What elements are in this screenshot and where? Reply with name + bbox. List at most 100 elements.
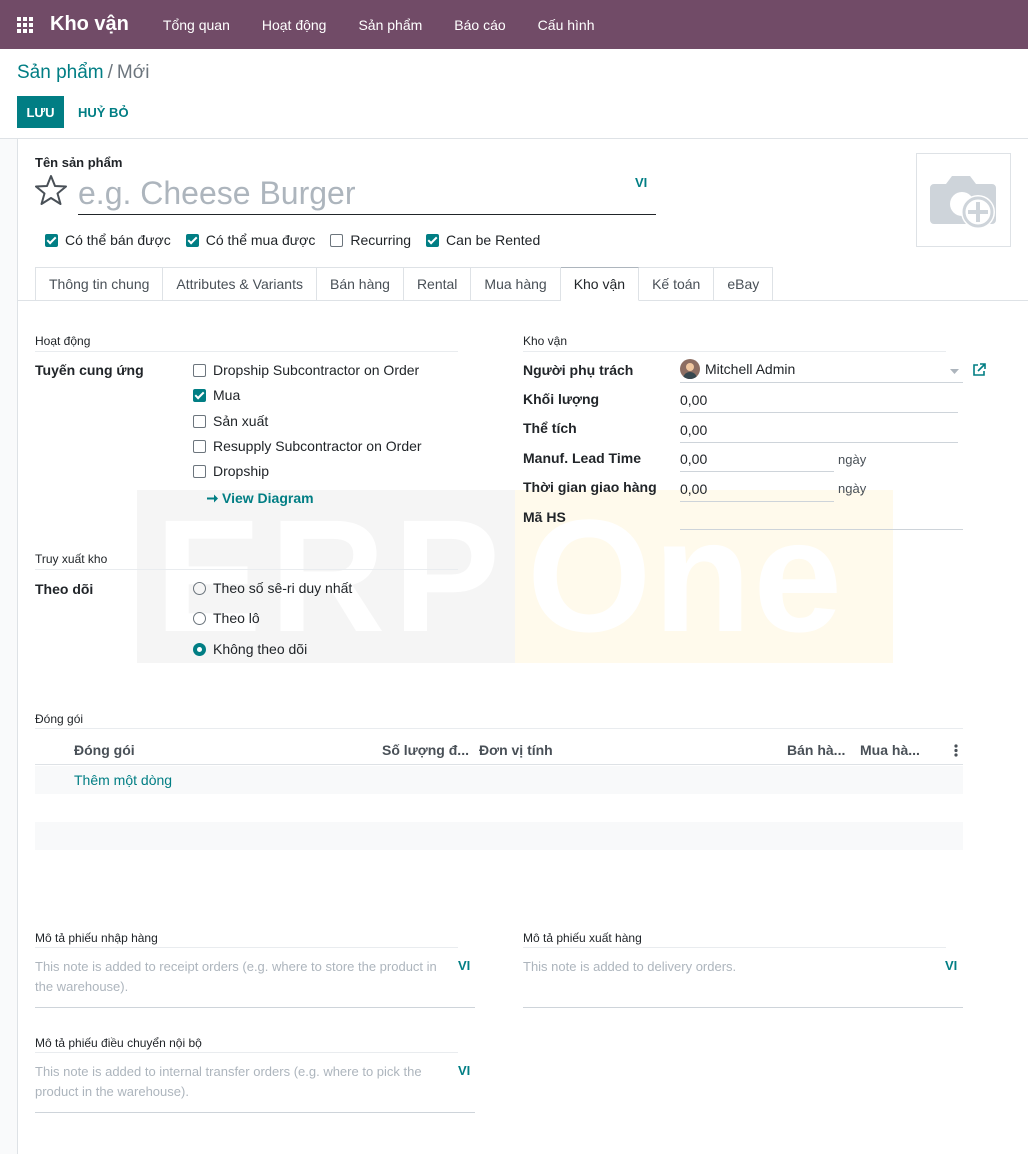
checkbox-box[interactable]	[426, 233, 440, 247]
checkbox-box[interactable]	[193, 414, 206, 428]
tab-general-info[interactable]: Thông tin chung	[35, 267, 164, 301]
save-button[interactable]: LƯU	[17, 96, 64, 128]
route-dropship-subcontractor[interactable]: Dropship Subcontractor on Order	[193, 362, 419, 378]
receipt-note-separator	[35, 947, 458, 948]
view-diagram-button[interactable]: View Diagram	[207, 490, 314, 506]
route-resupply-subcontractor[interactable]: Resupply Subcontractor on Order	[193, 438, 422, 454]
receipt-note-title: Mô tả phiếu nhập hàng	[35, 931, 158, 945]
hs-code-input[interactable]	[680, 511, 963, 530]
tracking-lot-option[interactable]: Theo lô	[193, 610, 260, 626]
route-label: Dropship Subcontractor on Order	[213, 362, 420, 378]
arrow-right-icon	[207, 494, 218, 502]
checkbox-box[interactable]	[193, 363, 206, 377]
checkbox-box[interactable]	[193, 464, 206, 478]
tab-inventory[interactable]: Kho vận	[560, 267, 640, 301]
responsible-value: Mitchell Admin	[705, 360, 796, 377]
radio-button[interactable]	[193, 642, 206, 656]
app-brand[interactable]: Kho vận	[50, 13, 129, 36]
col-purchase[interactable]: Mua hà...	[860, 742, 920, 758]
checkbox-recurring[interactable]: Recurring	[330, 232, 411, 248]
checkbox-label: Can be Rented	[446, 232, 541, 248]
product-name-lang-button[interactable]: VI	[635, 175, 647, 190]
checkbox-rent-ok[interactable]: Can be Rented	[426, 232, 540, 248]
operations-section-title: Hoạt động	[35, 334, 91, 348]
radio-button[interactable]	[193, 611, 206, 625]
tab-rental[interactable]: Rental	[403, 267, 472, 301]
product-name-label: Tên sản phẩm	[35, 155, 123, 170]
menu-products[interactable]: Sản phẩm	[342, 0, 438, 49]
breadcrumb: Sản phẩm / Mới	[17, 62, 149, 84]
receipt-note-input[interactable]: This note is added to receipt orders (e.…	[35, 957, 450, 997]
column-options-icon[interactable]	[954, 744, 958, 757]
tab-purchase[interactable]: Mua hàng	[471, 267, 561, 301]
traceability-section-title: Truy xuất kho	[35, 552, 108, 566]
route-manufacture[interactable]: Sản xuất	[193, 413, 268, 429]
radio-label: Theo số sê-ri duy nhất	[213, 580, 353, 596]
checkbox-box[interactable]	[330, 233, 344, 247]
route-buy[interactable]: Mua	[193, 387, 240, 403]
weight-label: Khối lượng	[523, 391, 600, 407]
product-name-input[interactable]: e.g. Cheese Burger	[78, 171, 656, 215]
checkbox-box[interactable]	[193, 388, 206, 402]
radio-label: Theo lô	[213, 610, 260, 626]
internal-note-input[interactable]: This note is added to internal transfer …	[35, 1062, 450, 1102]
caret-down-icon[interactable]	[950, 369, 959, 375]
weight-input[interactable]: 0,00	[680, 392, 958, 413]
volume-label: Thể tích	[523, 420, 577, 436]
route-dropship[interactable]: Dropship	[193, 463, 269, 479]
tab-sales[interactable]: Bán hàng	[316, 267, 404, 301]
internal-note-lang-button[interactable]: VI	[458, 1063, 470, 1078]
routes-label: Tuyến cung ứng	[35, 362, 144, 378]
tab-ebay[interactable]: eBay	[714, 267, 774, 301]
checkbox-box[interactable]	[193, 439, 206, 453]
breadcrumb-products-link[interactable]: Sản phẩm	[17, 62, 104, 83]
delivery-lead-time-label: Thời gian giao hàng	[523, 479, 657, 495]
delivery-note-lang-button[interactable]: VI	[945, 958, 957, 973]
delivery-note-input[interactable]: This note is added to delivery orders.	[523, 957, 938, 977]
add-line-link[interactable]: Thêm một dòng	[74, 772, 172, 788]
menu-operations[interactable]: Hoạt động	[246, 0, 343, 49]
delivery-note-title: Mô tả phiếu xuất hàng	[523, 931, 642, 945]
manuf-lead-time-unit: ngày	[838, 452, 867, 467]
checkbox-box[interactable]	[45, 233, 58, 247]
tracking-none-option[interactable]: Không theo dõi	[193, 641, 307, 657]
menu-configuration[interactable]: Cấu hình	[522, 0, 611, 49]
operations-separator	[35, 351, 458, 352]
col-sales[interactable]: Bán hà...	[787, 742, 845, 758]
responsible-label: Người phụ trách	[523, 362, 634, 378]
view-diagram-label: View Diagram	[222, 490, 314, 506]
internal-note-title: Mô tả phiếu điều chuyển nội bộ	[35, 1036, 202, 1050]
col-packaging[interactable]: Đóng gói	[74, 742, 135, 758]
col-quantity[interactable]: Số lượng đ...	[382, 742, 469, 758]
checkbox-label: Có thể mua được	[205, 232, 316, 248]
logistics-separator	[523, 351, 946, 352]
tab-attributes-variants[interactable]: Attributes & Variants	[163, 267, 317, 301]
menu-reporting[interactable]: Báo cáo	[438, 0, 521, 49]
product-image-upload[interactable]	[916, 153, 1011, 247]
delivery-note-underline	[523, 1007, 963, 1008]
route-label: Resupply Subcontractor on Order	[213, 438, 422, 454]
radio-button[interactable]	[193, 581, 206, 595]
manuf-lead-time-input[interactable]: 0,00	[680, 451, 834, 472]
responsible-field[interactable]: Mitchell Admin	[680, 358, 963, 383]
avatar	[680, 358, 700, 379]
receipt-note-lang-button[interactable]: VI	[458, 958, 470, 973]
delivery-lead-time-input[interactable]: 0,00	[680, 481, 834, 502]
receipt-note-underline	[35, 1007, 475, 1008]
product-flags: Có thể bán được Có thể mua được Recurrin…	[45, 232, 555, 248]
star-icon[interactable]	[35, 174, 67, 206]
col-uom[interactable]: Đơn vị tính	[479, 742, 553, 758]
internal-note-separator	[35, 1052, 458, 1053]
tracking-serial-option[interactable]: Theo số sê-ri duy nhất	[193, 580, 352, 596]
volume-input[interactable]: 0,00	[680, 422, 958, 443]
discard-button[interactable]: HUỶ BỎ	[70, 96, 137, 128]
external-link-icon[interactable]	[972, 363, 986, 377]
menu-overview[interactable]: Tổng quan	[147, 0, 246, 49]
packaging-empty-row	[35, 822, 963, 850]
breadcrumb-separator: /	[107, 62, 113, 83]
checkbox-box[interactable]	[185, 233, 199, 247]
tab-accounting[interactable]: Kế toán	[639, 267, 715, 301]
apps-menu-icon[interactable]	[0, 0, 50, 49]
checkbox-purchase-ok[interactable]: Có thể mua được	[185, 232, 316, 248]
checkbox-sale-ok[interactable]: Có thể bán được	[45, 232, 171, 248]
